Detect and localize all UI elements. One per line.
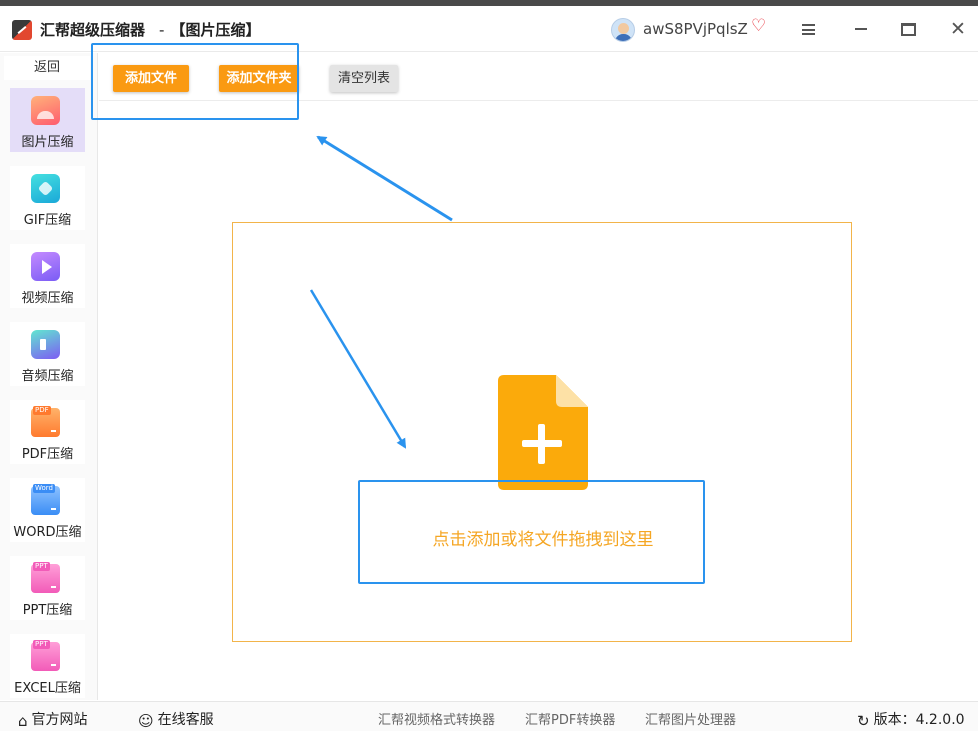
online-support-label: 在线客服 — [157, 712, 214, 728]
sidebar-item-label: PDF压缩 — [21, 447, 74, 462]
maximize-icon[interactable] — [896, 17, 920, 41]
gif-icon — [31, 174, 60, 203]
headset-icon: ☺ — [138, 712, 154, 730]
image-icon — [31, 96, 60, 125]
username[interactable]: awS8PVjPqlsZ — [643, 20, 748, 38]
status-bar: ⌂ 官方网站 ☺ 在线客服 汇帮视频格式转换器 汇帮PDF转换器 汇帮图片处理器 ↻… — [0, 701, 978, 731]
sidebar-item-video-compress[interactable]: 视频压缩 — [10, 244, 85, 308]
sidebar: 返回 图片压缩 GIF压缩 视频压缩 音频压缩 PDF PDF压缩 Word W… — [0, 53, 98, 700]
ppt-icon: PPT — [31, 562, 60, 593]
official-site-label: 官方网站 — [31, 712, 88, 728]
sidebar-item-word-compress[interactable]: Word WORD压缩 — [10, 478, 85, 542]
minimize-icon[interactable] — [849, 17, 873, 41]
pdf-badge: PDF — [33, 406, 51, 415]
window-title: 汇帮超级压缩器 - 【图片压缩】 — [40, 21, 261, 39]
menu-icon[interactable] — [796, 17, 820, 41]
home-icon: ⌂ — [18, 712, 28, 730]
sidebar-item-audio-compress[interactable]: 音频压缩 — [10, 322, 85, 386]
toolbar-highlight-box — [91, 43, 299, 120]
sidebar-item-label: 图片压缩 — [21, 135, 74, 150]
sidebar-item-label: PPT压缩 — [22, 603, 73, 618]
vip-heart-icon[interactable]: ♡ — [751, 16, 766, 36]
excel-icon: PPT — [31, 640, 60, 671]
file-add-icon — [498, 375, 588, 490]
arrow-to-toolbar — [316, 135, 453, 222]
user-avatar[interactable] — [611, 18, 635, 42]
sidebar-item-gif-compress[interactable]: GIF压缩 — [10, 166, 85, 230]
online-support-link[interactable]: ☺ 在线客服 — [138, 709, 214, 730]
ppt-badge: PPT — [33, 562, 50, 571]
version-label: 版本：4.2.0.0 — [873, 712, 965, 728]
back-button[interactable]: 返回 — [4, 56, 90, 80]
sidebar-item-excel-compress[interactable]: PPT EXCEL压缩 — [10, 634, 85, 698]
video-icon — [31, 252, 60, 281]
sidebar-item-label: GIF压缩 — [23, 213, 72, 228]
word-badge: Word — [33, 484, 55, 493]
app-logo-icon — [12, 20, 32, 40]
pdf-converter-link[interactable]: 汇帮PDF转换器 — [525, 709, 615, 728]
version-info[interactable]: ↻ 版本：4.2.0.0 — [857, 709, 965, 730]
pdf-icon: PDF — [31, 406, 60, 437]
sidebar-item-pdf-compress[interactable]: PDF PDF压缩 — [10, 400, 85, 464]
image-processor-link[interactable]: 汇帮图片处理器 — [645, 709, 736, 728]
sidebar-item-label: EXCEL压缩 — [14, 681, 81, 696]
sidebar-item-image-compress[interactable]: 图片压缩 — [10, 88, 85, 152]
sidebar-item-label: WORD压缩 — [13, 525, 82, 540]
sidebar-item-label: 音频压缩 — [21, 369, 74, 384]
page-title: 【图片压缩】 — [170, 21, 261, 39]
sidebar-item-ppt-compress[interactable]: PPT PPT压缩 — [10, 556, 85, 620]
video-converter-link[interactable]: 汇帮视频格式转换器 — [378, 709, 495, 728]
excel-badge: PPT — [33, 640, 50, 649]
official-site-link[interactable]: ⌂ 官方网站 — [18, 709, 88, 730]
close-icon[interactable]: ✕ — [946, 17, 970, 41]
app-name: 汇帮超级压缩器 — [40, 21, 146, 39]
refresh-icon: ↻ — [857, 712, 870, 730]
audio-icon — [31, 330, 60, 359]
sidebar-item-label: 视频压缩 — [21, 291, 74, 306]
clear-list-button[interactable]: 清空列表 — [330, 65, 398, 92]
dropzone-highlight-box — [358, 480, 705, 584]
word-icon: Word — [31, 484, 60, 515]
